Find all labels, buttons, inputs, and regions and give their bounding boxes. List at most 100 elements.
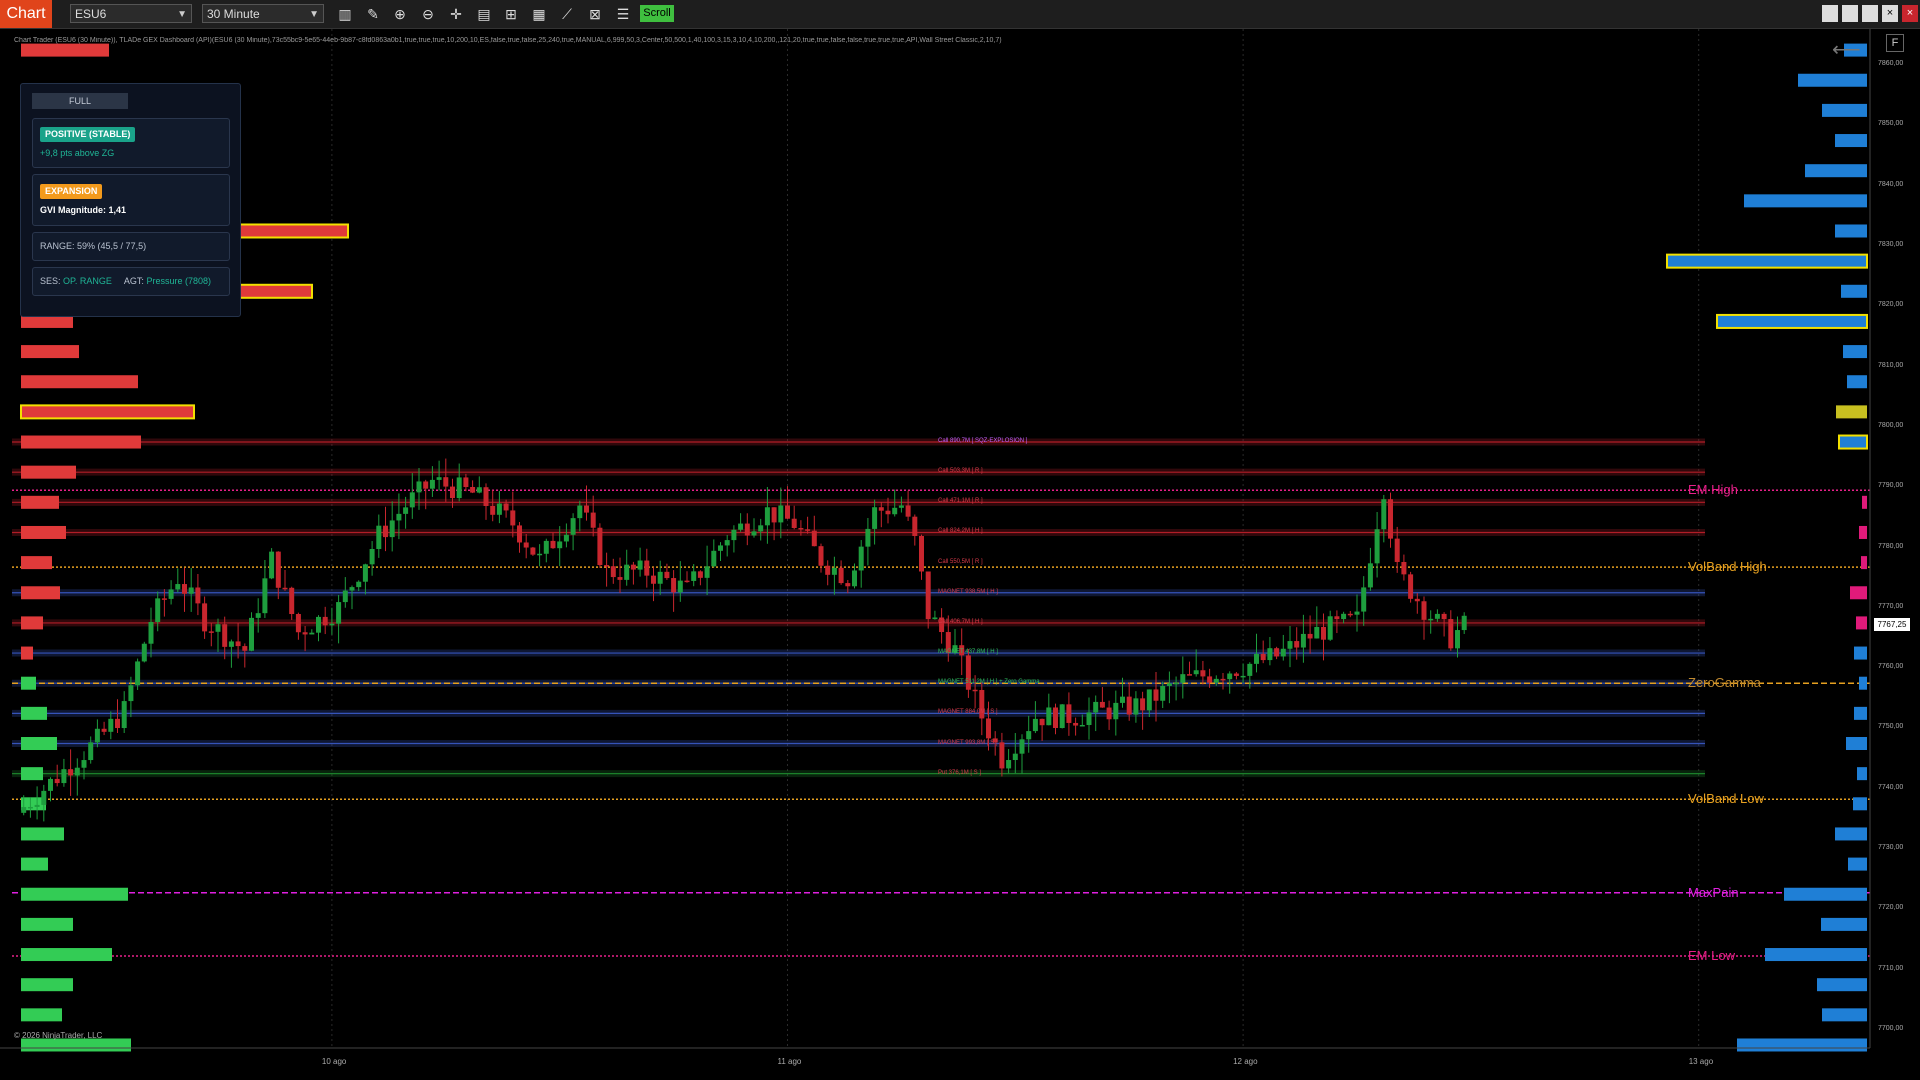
left-profile-bar: [21, 978, 73, 992]
candle-body: [249, 617, 254, 651]
pencil-icon[interactable]: ✎: [363, 4, 383, 24]
candle-body: [195, 587, 201, 604]
strike-label: MAGNET 437,8M [ H ]: [938, 649, 998, 656]
right-profile-bar: [1805, 164, 1867, 178]
instrument-selector[interactable]: ESU6 ▼: [70, 4, 192, 23]
right-profile-bar: [1841, 284, 1867, 298]
candle-body: [1441, 613, 1447, 620]
regime-badge: POSITIVE (STABLE): [40, 127, 136, 142]
gvi-magnitude: GVI Magnitude: 1,41: [40, 205, 127, 215]
restore-window-icon[interactable]: [1842, 5, 1858, 22]
scroll-button[interactable]: Scroll: [640, 5, 674, 22]
full-mode-button[interactable]: FULL: [32, 93, 128, 109]
bar-type-icon[interactable]: ▥: [335, 4, 355, 24]
candle-body: [396, 513, 402, 521]
candle-body: [1300, 633, 1306, 648]
candle-body: [175, 584, 181, 590]
right-profile-bar: [1838, 434, 1868, 450]
candle-body: [1361, 587, 1367, 612]
close-icon[interactable]: ×: [1902, 5, 1918, 22]
candle-body: [1220, 678, 1226, 681]
candle-body: [429, 479, 435, 489]
candle-body: [1434, 613, 1440, 619]
right-profile-bar: [1822, 1008, 1867, 1022]
candle-body: [161, 598, 167, 600]
zoom-in-icon[interactable]: ⊕: [390, 4, 410, 24]
price-chart[interactable]: [0, 29, 1920, 1080]
candle-body: [1146, 689, 1152, 711]
level-label: EM High: [1688, 482, 1738, 498]
candle-body: [289, 587, 295, 615]
candle-body: [704, 566, 710, 578]
candle-body: [1006, 760, 1012, 769]
candle-body: [1046, 707, 1052, 726]
price-tick-label: 7770,00: [1878, 602, 1904, 610]
list-icon[interactable]: ☰: [613, 4, 633, 24]
candle-body: [436, 477, 442, 480]
candle-body: [584, 505, 589, 513]
candle-body: [68, 769, 74, 776]
calculator-icon[interactable]: ⊠: [585, 4, 605, 24]
candle-body: [1240, 675, 1246, 678]
candle-body: [1166, 683, 1172, 686]
properties-icon[interactable]: ▤: [474, 4, 494, 24]
strike-label: MAGNET 938,5M [ H ]: [938, 588, 998, 595]
data-box-icon[interactable]: ⊞: [501, 4, 521, 24]
price-tick-label: 7800,00: [1878, 421, 1904, 429]
maximize-icon[interactable]: ×: [1882, 5, 1898, 22]
candle-body: [570, 518, 576, 535]
indicators-icon[interactable]: ▦: [529, 4, 549, 24]
minimize-icon[interactable]: [1862, 5, 1878, 22]
left-profile-bar: [21, 495, 59, 509]
candle-body: [1093, 701, 1099, 713]
crosshair-icon[interactable]: ✛: [446, 4, 466, 24]
chart-area[interactable]: Chart Trader (ESU6 (30 Minute)), TLADe G…: [0, 29, 1920, 1080]
zoom-out-icon[interactable]: ⊖: [418, 4, 438, 24]
candle-body: [523, 542, 529, 548]
candle-body: [356, 581, 362, 588]
candle-body: [1260, 653, 1266, 661]
strategies-icon[interactable]: ⟋: [557, 4, 577, 24]
candle-body: [1079, 724, 1085, 727]
candle-body: [563, 534, 569, 542]
candle-body: [510, 510, 516, 526]
candle-body: [912, 516, 918, 537]
left-profile-bar: [21, 857, 48, 871]
candle-body: [108, 718, 114, 732]
instrument-value: ESU6: [75, 7, 107, 21]
strike-label: Call 550,5M [ R ]: [938, 558, 983, 565]
candle-body: [27, 806, 33, 809]
candle-body: [1086, 712, 1092, 725]
candle-body: [1133, 698, 1139, 715]
candle-body: [932, 617, 938, 620]
candle-body: [309, 632, 315, 635]
candle-body: [362, 564, 368, 582]
regime-card: POSITIVE (STABLE) +9,8 pts above ZG: [32, 118, 230, 168]
candle-body: [316, 616, 321, 633]
candle-body: [202, 603, 208, 632]
price-tick-label: 7710,00: [1878, 964, 1904, 972]
right-profile-bar: [1854, 646, 1867, 660]
candle-body: [1367, 563, 1373, 588]
left-profile-bar: [21, 345, 79, 359]
timeframe-selector[interactable]: 30 Minute ▼: [202, 4, 324, 23]
tile-window-icon[interactable]: [1822, 5, 1838, 22]
strike-label: Call 890,7M [ SQZ-EXPLOSION ]: [938, 438, 1028, 445]
f-button[interactable]: F: [1886, 34, 1904, 52]
candle-body: [101, 728, 107, 732]
strike-label: Call 503,3M [ R ]: [938, 468, 983, 475]
candle-body: [845, 583, 851, 587]
candle-body: [1267, 648, 1273, 661]
level-label: EM Low: [1688, 948, 1735, 964]
right-profile-bar: [1859, 525, 1867, 539]
back-arrow-icon[interactable]: ⟵: [1832, 37, 1861, 62]
left-profile-bar: [21, 887, 128, 901]
chart-tab[interactable]: Chart: [0, 0, 52, 28]
candle-body: [925, 571, 931, 620]
left-profile-bar: [21, 375, 138, 389]
candle-body: [255, 613, 261, 618]
candle-body: [1032, 718, 1038, 732]
left-profile-bar: [21, 435, 141, 449]
left-profile-bar: [21, 706, 47, 720]
range-value: 59% (45,5 / 77,5): [77, 241, 147, 251]
